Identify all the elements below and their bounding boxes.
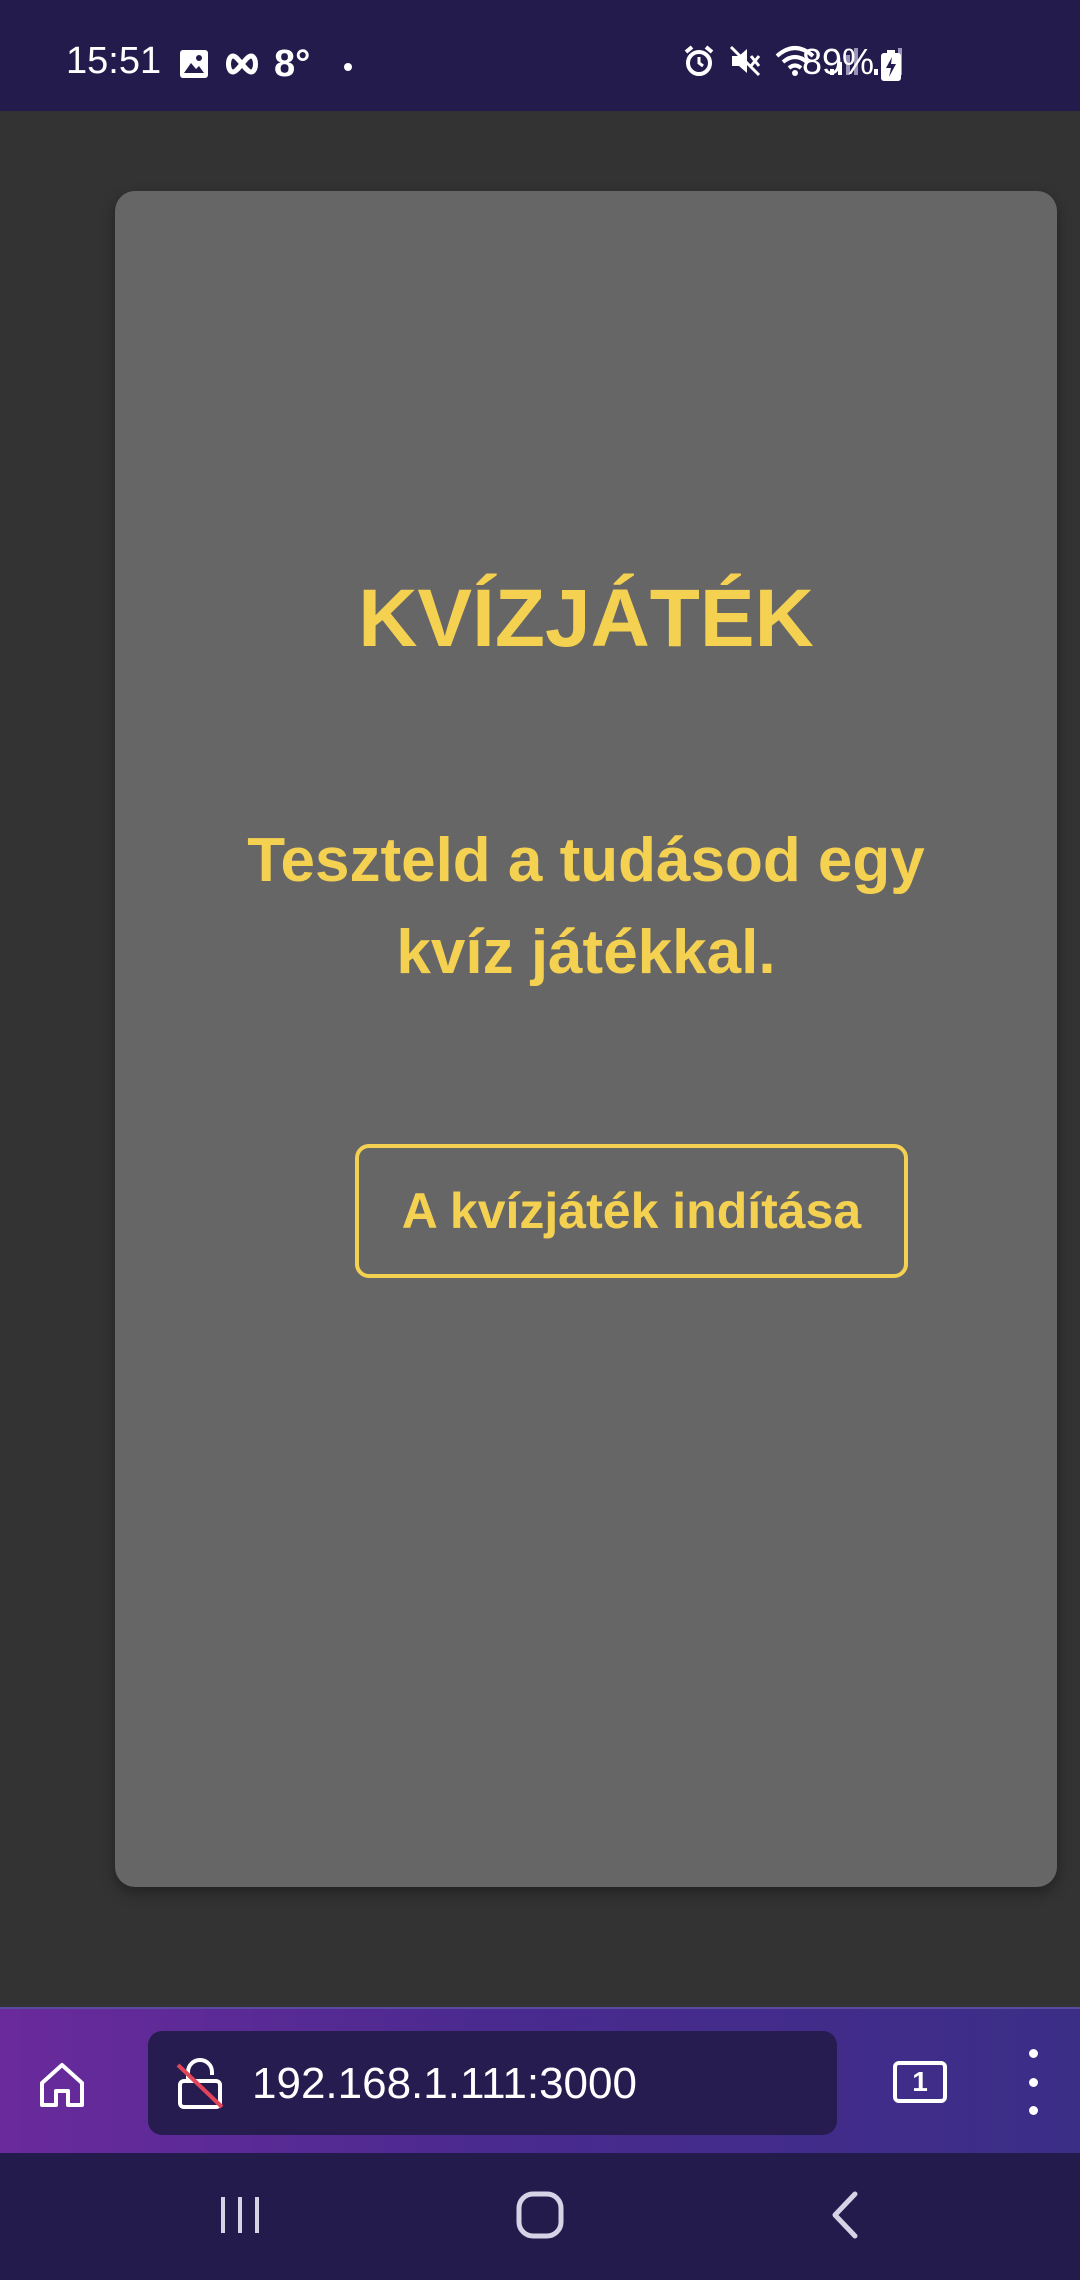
home-button-icon	[515, 2190, 565, 2245]
more-menu-button[interactable]	[1016, 2049, 1050, 2115]
recent-apps-button[interactable]	[190, 2181, 290, 2253]
start-quiz-button[interactable]: A kvízjáték indítása	[355, 1144, 908, 1278]
infinity-icon	[224, 53, 260, 80]
mute-icon	[728, 44, 762, 83]
status-time: 15:51	[66, 40, 162, 82]
tab-count: 1	[912, 2066, 928, 2097]
back-button[interactable]	[795, 2181, 895, 2253]
not-secure-lock-icon[interactable]	[174, 2057, 226, 2116]
quiz-subtitle: Teszteld a tudásod egy kvíz játékkal.	[247, 826, 925, 987]
url-text: 192.168.1.111:3000	[252, 2059, 637, 2108]
status-bar: 15:51 8° 89%	[0, 0, 1080, 111]
quiz-card	[115, 191, 1057, 1887]
url-bar[interactable]: 192.168.1.111:3000	[148, 2031, 837, 2135]
browser-home-button[interactable]	[28, 2053, 96, 2121]
browser-toolbar: 192.168.1.111:3000 1	[0, 2007, 1080, 2155]
temperature: 8°	[274, 42, 311, 85]
alarm-icon	[682, 44, 716, 83]
home-nav-button[interactable]	[490, 2181, 590, 2253]
tabs-button[interactable]: 1	[893, 2061, 947, 2103]
recent-apps-icon	[215, 2193, 265, 2242]
back-icon	[825, 2190, 865, 2245]
system-nav-bar	[0, 2153, 1080, 2280]
more-menu-icon	[1028, 2049, 1038, 2058]
notification-dot	[344, 62, 353, 71]
status-left-icons: 8°	[178, 42, 353, 85]
image-icon	[178, 48, 210, 85]
quiz-title: KVÍZJÁTÉK	[358, 573, 814, 664]
battery-percent: 89%	[802, 41, 875, 82]
battery-charging-icon	[880, 50, 902, 87]
home-icon	[34, 2057, 90, 2118]
